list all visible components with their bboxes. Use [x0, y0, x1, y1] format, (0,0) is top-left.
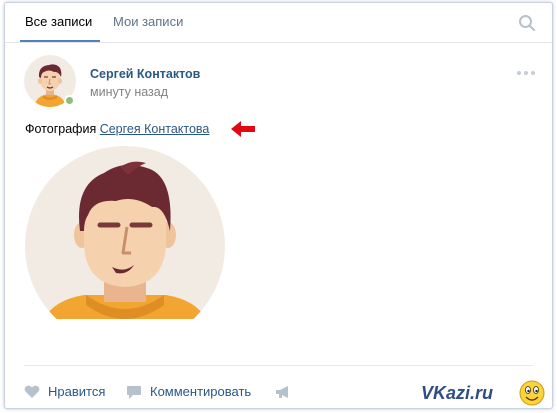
- post-author-name[interactable]: Сергей Контактов: [90, 67, 200, 81]
- site-watermark: VKazi.ru: [421, 378, 546, 408]
- tab-my-posts[interactable]: Мои записи: [113, 3, 183, 43]
- online-status-indicator: [64, 95, 75, 106]
- comment-button[interactable]: Комментировать: [126, 381, 266, 403]
- post-divider: [24, 365, 533, 366]
- search-icon[interactable]: [518, 14, 536, 32]
- heart-icon: [24, 385, 40, 398]
- like-label: Нравится: [48, 384, 106, 399]
- share-button[interactable]: [275, 381, 295, 403]
- watermark-text: VKazi.ru: [421, 383, 494, 403]
- post-timestamp[interactable]: минуту назад: [90, 85, 168, 99]
- post-photo[interactable]: [24, 145, 226, 346]
- feed-tabs: Все записи Мои записи: [5, 3, 552, 43]
- post-author-link[interactable]: Сергея Контактова: [100, 122, 210, 136]
- red-arrow-icon: [231, 121, 255, 137]
- like-button[interactable]: Нравится: [24, 381, 119, 403]
- tab-all-posts[interactable]: Все записи: [25, 3, 92, 43]
- post-text-prefix: Фотография: [25, 122, 97, 136]
- comment-icon: [127, 386, 141, 399]
- active-tab-indicator: [20, 40, 100, 42]
- more-options-icon[interactable]: [516, 69, 536, 77]
- comment-label: Комментировать: [150, 384, 252, 399]
- megaphone-icon: [276, 386, 288, 398]
- smiley-icon: [519, 380, 545, 406]
- post-text: Фотография Сергея Контактова: [25, 122, 209, 136]
- post-card: Все записи Мои записи Сергей Контактов м…: [4, 2, 553, 409]
